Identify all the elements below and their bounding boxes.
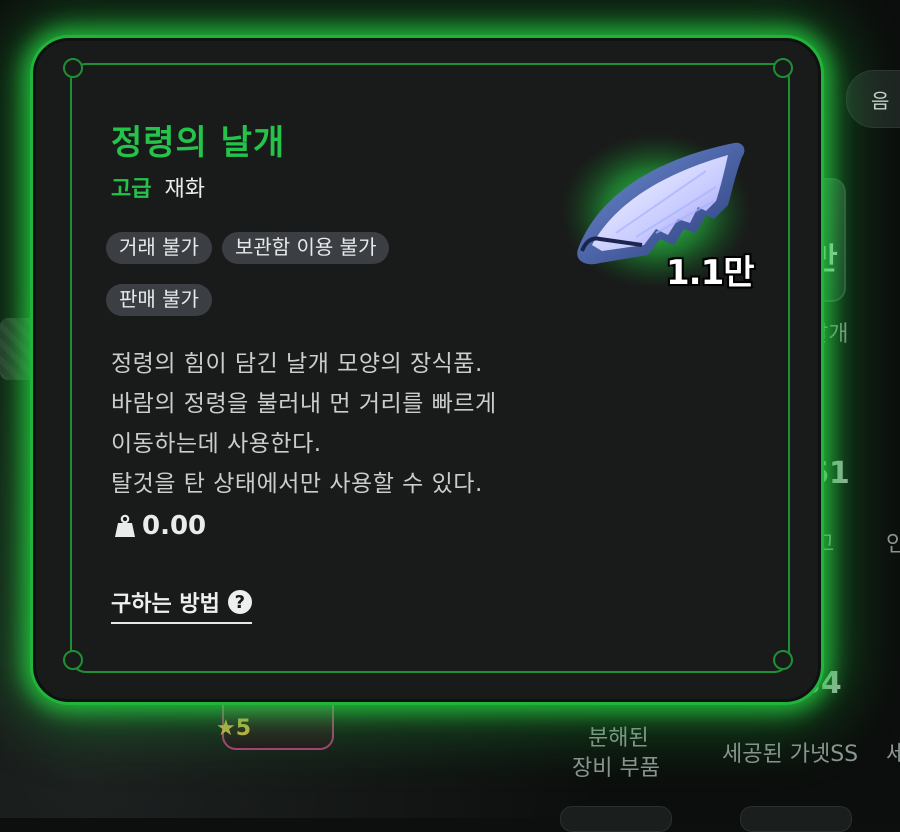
frame-corner-ornament [63,650,83,670]
frame-corner-ornament [773,58,793,78]
item-grade: 고급 [111,177,152,202]
item-grade-line: 고급 재화 [111,171,205,203]
weight-value: 0.00 [142,511,207,541]
background-item-label-2: 장비 부품 [572,756,660,781]
item-name: 정령의 날개 [111,123,286,163]
tag-no-storage: 보관함 이용 불가 [221,232,390,264]
background-item-label-1: 분해된 [588,726,649,751]
item-tooltip: 정령의 날개 고급 재화 거래 불가 보관함 이용 불가 판매 불가 정령의 힘… [33,38,821,702]
background-item-label-4: 세 [886,742,900,767]
help-icon[interactable]: ? [227,590,252,614]
background-tab-label: 음 [871,89,890,113]
background-star-count: ★5 [216,716,252,741]
item-description: 정령의 힘이 담긴 날개 모양의 장식품. 바람의 정령을 불러내 먼 거리를 … [111,344,631,504]
tag-no-sell: 판매 불가 [106,284,212,316]
weight-icon [115,514,135,537]
frame-corner-ornament [63,58,83,78]
background-item-label-3: 세공된 가넷SS [722,742,859,767]
description-line: 탈것을 탄 상태에서만 사용할 수 있다. [111,471,483,497]
item-tags: 거래 불가 보관함 이용 불가 판매 불가 [106,232,526,316]
item-count: 1.1만 [666,253,755,293]
background-bottom-button[interactable] [740,806,852,832]
tag-no-trade: 거래 불가 [106,232,212,264]
item-category: 재화 [164,177,205,202]
description-line: 이동하는데 사용한다. [111,431,322,457]
frame-corner-ornament [773,650,793,670]
description-line: 바람의 정령을 불러내 먼 거리를 빠르게 [111,391,497,417]
background-label-right2: 인 [886,532,900,557]
background-tab[interactable]: 음 [846,70,900,128]
how-to-obtain-label: 구하는 방법 [111,592,220,617]
item-weight: 0.00 [114,511,206,541]
background-bottom-button[interactable] [560,806,672,832]
how-to-obtain-link[interactable]: 구하는 방법 ? [111,586,252,624]
description-line: 정령의 힘이 담긴 날개 모양의 장식품. [111,351,483,377]
